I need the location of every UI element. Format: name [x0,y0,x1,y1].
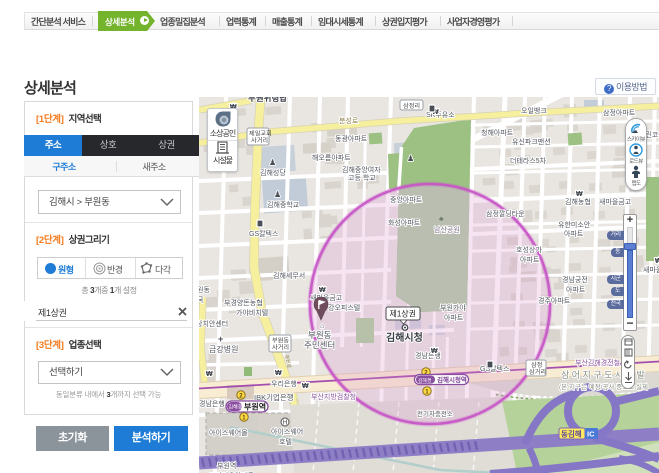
svg-text:강오피스텔: 강오피스텔 [328,303,360,312]
svg-text:부경양돈농협: 부경양돈농협 [224,298,263,307]
svg-text:원동: 원동 [199,285,210,294]
svg-text:청해아파트: 청해아파트 [481,128,514,137]
svg-text:경남궁전: 경남궁전 [562,275,588,284]
svg-text:가야비치텔: 가야비치텔 [236,308,268,317]
svg-text:중앙아파트: 중앙아파트 [390,195,423,204]
svg-text:새마을금고: 새마을금고 [643,265,659,274]
svg-text:♣: ♣ [439,216,444,223]
svg-text:주민센터: 주민센터 [304,340,335,350]
svg-text:부원위령탑: 부원위령탑 [248,97,287,103]
svg-text:상치안센터: 상치안센터 [199,319,228,328]
svg-text:유한미소안: 유한미소안 [558,220,591,229]
svg-text:김해중학교: 김해중학교 [267,200,300,209]
svg-text:김해중앙여자: 김해중앙여자 [342,165,381,174]
svg-text:₩: ₩ [319,287,326,294]
svg-text:제일교회: 제일교회 [249,130,272,138]
svg-text:아이스웨어몰: 아이스웨어몰 [209,428,248,437]
svg-text:우리은행: 우리은행 [271,379,297,388]
svg-text:고등 학교: 고등 학교 [348,173,376,182]
svg-text:₩: ₩ [302,383,309,390]
svg-text:부원동: 부원동 [272,337,289,345]
svg-text:김해경: 김해경 [229,404,243,411]
svg-text:호성상가: 호성상가 [516,245,542,254]
svg-text:화성아파트: 화성아파트 [388,218,421,227]
svg-text:김해세무서: 김해세무서 [273,271,305,280]
svg-text:아파트: 아파트 [566,285,586,294]
svg-text:부원역: 부원역 [244,402,266,412]
svg-text:김해시청역: 김해시청역 [437,375,467,384]
svg-text:아파트: 아파트 [564,229,584,238]
svg-text:GS칼텍스: GS칼텍스 [480,364,510,373]
svg-text:김해경: 김해경 [418,377,431,384]
svg-text:GS칼텍스: GS칼텍스 [249,229,279,238]
svg-text:사거리: 사거리 [251,137,268,145]
svg-text:해오름아파트: 해오름아파트 [312,153,351,162]
svg-text:유신파크맨션: 유신파크맨션 [512,137,551,146]
svg-text:⌂: ⌂ [320,323,324,330]
svg-text:♟: ♟ [269,158,276,167]
svg-text:삼정깔딩타운: 삼정깔딩타운 [486,209,525,218]
svg-text:동광아파트: 동광아파트 [335,134,368,143]
svg-text:호텔: 호텔 [279,438,292,446]
svg-text:삼정: 삼정 [531,361,542,369]
svg-text:IC: IC [587,430,595,439]
svg-text:금강병원: 금강병원 [209,344,238,354]
svg-text:김해성당: 김해성당 [260,168,286,177]
svg-text:삼정리: 삼정리 [403,102,420,110]
svg-text:삼정아파트: 삼정아파트 [603,108,636,117]
svg-text:아이스웨어: 아이스웨어 [271,427,303,436]
svg-text:오일뱅크: 오일뱅크 [521,106,547,115]
svg-text:삼거리: 삼거리 [529,368,546,376]
svg-text:국: 국 [199,296,204,304]
svg-text:부산김해경전철: 부산김해경전철 [575,358,620,367]
svg-text:김해시청: 김해시청 [386,331,423,344]
svg-text:제1상권: 제1상권 [390,309,417,319]
svg-text:아파트: 아파트 [444,313,464,322]
svg-text:경주아파트: 경주아파트 [538,296,571,305]
svg-text:부산지방검찰청: 부산지방검찰청 [311,392,356,401]
svg-text:H: H [282,420,287,427]
svg-text:₩: ₩ [206,371,213,378]
svg-text:₩: ₩ [576,191,583,198]
svg-text:더테라스5차: 더테라스5차 [510,156,547,165]
svg-text:₩: ₩ [275,370,282,377]
svg-text:전기차충전소: 전기차충전소 [417,409,453,418]
svg-text:부원가야: 부원가야 [440,303,466,312]
svg-text:경남은행: 경남은행 [199,399,225,408]
svg-text:동김해: 동김해 [561,429,582,439]
svg-text:새마을금고: 새마을금고 [599,197,632,206]
svg-text:남산공원: 남산공원 [434,225,460,234]
svg-text:분성로: 분성로 [339,116,359,125]
svg-text:아파트: 아파트 [520,255,540,264]
svg-text:사거리: 사거리 [272,344,289,352]
svg-text:+: + [218,334,223,344]
svg-text:₩: ₩ [655,258,659,265]
svg-text:부원역: 부원역 [217,461,236,470]
svg-text:부원동: 부원동 [308,330,332,340]
svg-text:₩: ₩ [431,348,438,355]
svg-text:♟: ♟ [274,190,281,199]
svg-text:김해농협: 김해농협 [565,197,591,206]
svg-text:♟: ♟ [407,154,414,163]
